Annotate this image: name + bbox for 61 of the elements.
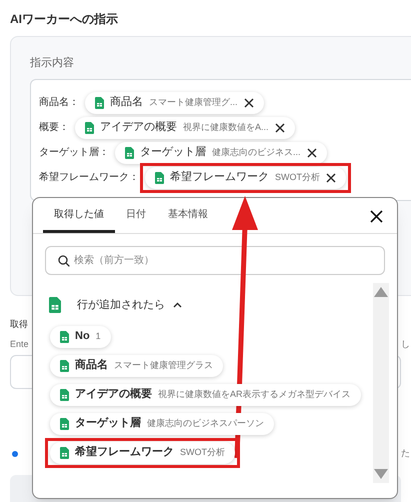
variable-chip[interactable]: 希望フレームワーク SWOT分析 xyxy=(50,442,235,464)
chip-name: 希望フレームワーク xyxy=(170,170,269,186)
chip-name: ターゲット層 xyxy=(75,416,141,432)
spreadsheet-icon xyxy=(60,330,69,342)
spreadsheet-icon xyxy=(155,172,164,184)
row-label: ターゲット層： xyxy=(39,146,109,160)
chip-name: 商品名 xyxy=(75,358,108,374)
chevron-icon[interactable] xyxy=(173,302,182,308)
row-label: 希望フレームワーク： xyxy=(39,170,139,185)
chip-value: SWOT分析 xyxy=(275,170,320,184)
chip-value: 1 xyxy=(96,330,101,343)
spreadsheet-icon xyxy=(95,96,104,108)
group-title: 行が追加されたら xyxy=(77,298,165,313)
chip-name: ターゲット層 xyxy=(140,145,206,160)
field-hint: し xyxy=(401,338,410,350)
chip-name: 商品名 xyxy=(110,94,143,110)
field-label: 指示内容 xyxy=(30,56,75,71)
close-icon[interactable] xyxy=(306,148,317,158)
chip-value: 視界に健康数値をAR表示するメガネ型デバイス xyxy=(158,388,351,401)
instruction-textarea[interactable]: 商品名： 商品名 スマート健康管理グ... 概要： アイデアの概要 視界に健康数値をA... ターゲット層： ターゲット層 健康志向のビジネス... 希望フレームワーク： 希望フレームワーク SWOT分析 xyxy=(30,78,411,200)
close-icon[interactable] xyxy=(274,122,285,132)
field-hint: Ente xyxy=(10,338,29,350)
variable-chip[interactable]: 希望フレームワーク SWOT分析 xyxy=(145,166,346,188)
field-label: 取得 xyxy=(10,318,29,331)
search-placeholder: 検索（前方一致） xyxy=(74,254,154,268)
option-text: た xyxy=(401,447,410,460)
close-icon[interactable] xyxy=(244,98,254,108)
variable-chip[interactable]: ターゲット層 健康志向のビジネス... xyxy=(115,142,327,164)
spreadsheet-icon xyxy=(60,446,69,458)
chip-name: No xyxy=(75,329,90,344)
search-icon xyxy=(58,254,70,266)
spreadsheet-icon xyxy=(49,297,61,314)
chip-name: アイデアの概要 xyxy=(100,120,177,136)
section-title: AIワーカーへの指示 xyxy=(10,11,119,28)
variable-chip[interactable]: アイデアの概要 視界に健康数値をA... xyxy=(75,116,295,138)
variable-chip[interactable]: アイデアの概要 視界に健康数値をAR表示するメガネ型デバイス xyxy=(50,384,361,406)
tab[interactable]: 基本情報 xyxy=(157,207,219,233)
variable-chip[interactable]: ターゲット層 健康志向のビジネスパーソン xyxy=(50,412,274,434)
chip-name: アイデアの概要 xyxy=(75,386,152,402)
tab[interactable]: 取得した値 xyxy=(43,207,115,233)
variable-chip[interactable]: No 1 xyxy=(50,326,111,348)
row-label: 概要： xyxy=(39,120,69,135)
variable-chip[interactable]: 商品名 スマート健康管理グ... xyxy=(85,92,264,114)
spreadsheet-icon xyxy=(125,146,134,158)
spreadsheet-icon xyxy=(60,418,69,430)
row-label: 商品名： xyxy=(39,96,79,110)
chip-name: 希望フレームワーク xyxy=(75,444,174,460)
spreadsheet-icon xyxy=(60,388,69,400)
chip-value: SWOT分析 xyxy=(180,446,225,459)
chip-value: 健康志向のビジネス... xyxy=(212,146,301,159)
chip-value: 健康志向のビジネスパーソン xyxy=(147,416,264,430)
chip-value: スマート健康管理グラス xyxy=(114,358,213,372)
chip-value: スマート健康管理グ... xyxy=(149,96,238,109)
close-icon[interactable] xyxy=(326,172,336,182)
spreadsheet-icon xyxy=(60,360,69,372)
chip-value: 視界に健康数値をA... xyxy=(183,120,269,134)
variable-chip[interactable]: 商品名 スマート健康管理グラス xyxy=(50,354,223,376)
search-field[interactable]: 検索（前方一致） xyxy=(45,246,385,275)
spreadsheet-icon xyxy=(85,122,94,134)
close-icon[interactable] xyxy=(370,210,383,223)
tab[interactable]: 日付 xyxy=(115,207,157,233)
